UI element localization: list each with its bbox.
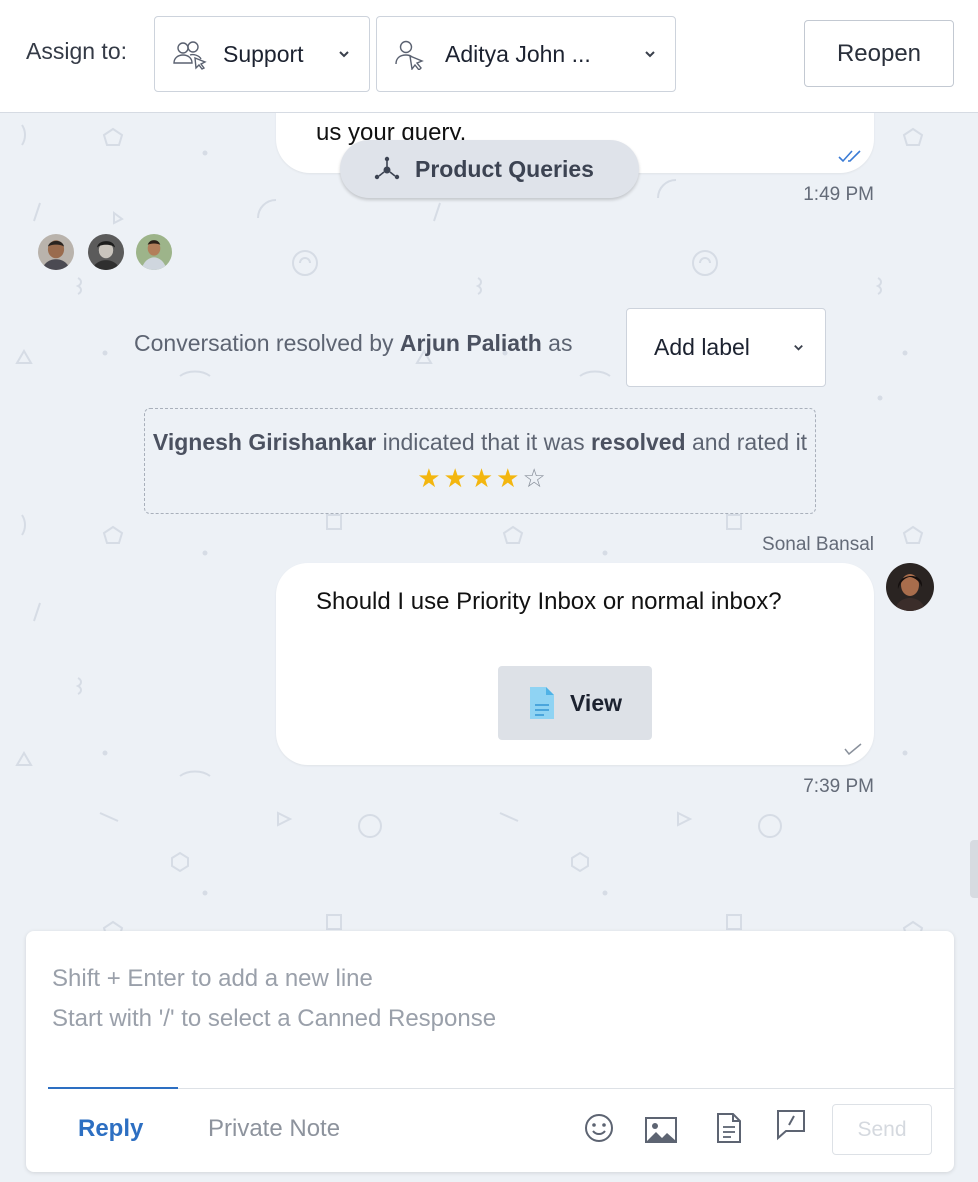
add-label-text: Add label — [654, 334, 750, 360]
canned-response-icon[interactable] — [774, 1107, 808, 1141]
sender-avatar[interactable] — [886, 563, 934, 611]
star-filled-icon: ★ — [417, 463, 441, 493]
star-filled-icon: ★ — [469, 463, 494, 493]
chevron-down-icon — [794, 344, 803, 351]
star-empty-icon: ☆ — [522, 463, 546, 493]
rating-notice: Vignesh Girishankar indicated that it wa… — [144, 408, 816, 514]
rating-text-mid: indicated that it was — [382, 429, 585, 455]
view-attachment-label: View — [570, 689, 622, 716]
star-filled-icon: ★ — [443, 463, 467, 493]
check-icon — [844, 743, 862, 755]
resolution-prefix: Conversation resolved by — [134, 330, 394, 356]
tab-reply[interactable]: Reply — [78, 1115, 143, 1143]
category-pill-label: Product Queries — [415, 155, 594, 182]
message-timestamp: 1:49 PM — [803, 184, 874, 205]
reply-input[interactable] — [52, 959, 932, 1077]
image-icon[interactable] — [644, 1113, 678, 1147]
add-label-dropdown[interactable]: Add label — [626, 308, 826, 387]
send-button[interactable]: Send — [832, 1104, 932, 1155]
tab-private-note[interactable]: Private Note — [208, 1115, 340, 1143]
resolution-notice: Conversation resolved by Arjun Paliath a… — [134, 330, 572, 357]
reply-composer: Reply Private Note Send — [26, 931, 954, 1172]
reopen-button[interactable]: Reopen — [804, 20, 954, 87]
message-bubble: Should I use Priority Inbox or normal in… — [276, 563, 874, 765]
agent-icon — [395, 40, 424, 70]
message-timestamp: 7:39 PM — [803, 776, 874, 797]
double-check-icon — [838, 150, 861, 163]
avatar[interactable] — [86, 232, 126, 272]
sender-name: Sonal Bansal — [762, 534, 874, 555]
assign-label: Assign to: — [26, 38, 127, 64]
team-dropdown[interactable]: Support — [154, 16, 370, 92]
view-attachment-button[interactable]: View — [498, 666, 652, 740]
composer-divider — [48, 1088, 954, 1089]
rating-customer: Vignesh Girishankar — [152, 429, 377, 455]
avatar[interactable] — [36, 232, 76, 272]
message-text: Should I use Priority Inbox or normal in… — [316, 588, 782, 615]
chevron-down-icon — [645, 51, 655, 58]
team-icon — [173, 41, 207, 70]
emoji-icon[interactable] — [582, 1111, 616, 1145]
resolved-by-agent: Arjun Paliath — [399, 330, 542, 356]
star-filled-icon: ★ — [496, 463, 520, 493]
article-icon[interactable] — [712, 1111, 746, 1145]
scrollbar-handle[interactable] — [970, 840, 978, 898]
avatar[interactable] — [134, 232, 174, 272]
team-value: Support — [223, 40, 304, 67]
rating-text-end: and rated it — [691, 429, 808, 455]
agent-dropdown[interactable]: Aditya John ... — [376, 16, 676, 92]
rating-status: resolved — [590, 429, 686, 455]
header: Assign to: Support Aditya John ... Reope… — [0, 0, 978, 113]
chevron-down-icon — [339, 51, 349, 58]
resolution-suffix: as — [548, 330, 573, 356]
product-queries-icon — [374, 156, 400, 180]
star-rating: ★ ★ ★ ★ ☆ — [414, 463, 546, 493]
document-icon — [530, 687, 554, 719]
category-pill[interactable]: Product Queries — [340, 140, 639, 198]
agent-value: Aditya John ... — [445, 40, 591, 67]
active-tab-indicator — [48, 1087, 178, 1089]
